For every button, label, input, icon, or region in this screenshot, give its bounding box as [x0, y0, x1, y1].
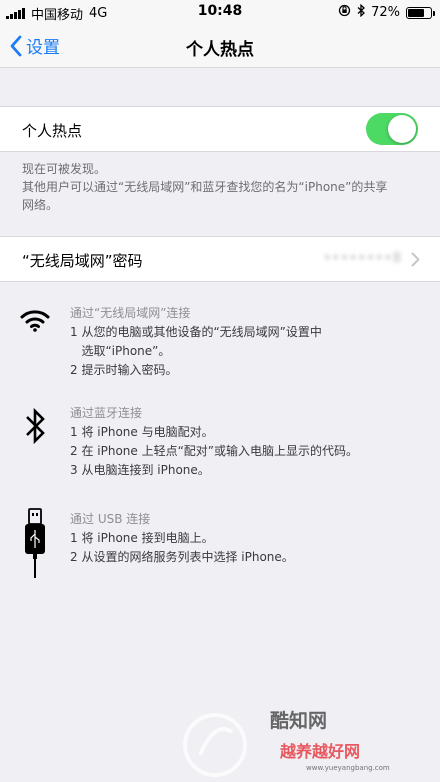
- step-text: 选取“iPhone”。: [70, 344, 171, 358]
- bluetooth-status-icon: [357, 3, 366, 21]
- step-text: 2 在 iPhone 上轻点“配对”或输入电脑上显示的代码。: [70, 444, 359, 458]
- battery-percent: 72%: [371, 5, 400, 20]
- step-text: 1 将 iPhone 与电脑配对。: [70, 425, 214, 439]
- step-text: 3 从电脑连接到 iPhone。: [70, 463, 210, 477]
- navigation-bar: 设置 个人热点: [0, 24, 440, 68]
- wifi-icon: [20, 310, 50, 332]
- orientation-lock-icon: [338, 4, 351, 21]
- hotspot-label: 个人热点: [22, 122, 83, 140]
- wifi-password-value: ••••••••8: [323, 251, 402, 266]
- usb-instructions-heading: 通过 USB 连接: [70, 512, 151, 526]
- watermark-url: www.yueyangbang.com: [306, 764, 390, 772]
- battery-icon: [406, 6, 435, 19]
- usb-cable-icon: [25, 508, 45, 578]
- wifi-password-cell[interactable]: “无线局域网”密码 ••••••••8: [0, 236, 440, 282]
- wifi-instructions-steps: 1 从您的电脑或其他设备的“无线局域网”设置中 选取“iPhone”。 2 提示…: [70, 323, 420, 380]
- discover-line-2: 其他用户可以通过“无线局域网”和蓝牙查找您的名为“iPhone”的共享: [22, 180, 388, 194]
- step-text: 1 将 iPhone 接到电脑上。: [70, 531, 214, 545]
- discoverable-note: 现在可被发现。 其他用户可以通过“无线局域网”和蓝牙查找您的名为“iPhone”…: [22, 160, 422, 214]
- watermark-brand-1: 酷知网: [270, 710, 328, 732]
- usb-instructions-steps: 1 将 iPhone 接到电脑上。 2 从设置的网络服务列表中选择 iPhone…: [70, 529, 420, 567]
- watermark: 酷知网 越养越好网 www.yueyangbang.com: [183, 692, 420, 782]
- status-bar: 中国移动 4G 10:48 72%: [0, 0, 440, 24]
- hotspot-toggle[interactable]: [366, 113, 418, 145]
- discover-line-1: 现在可被发现。: [22, 162, 107, 176]
- wifi-instructions-heading: 通过“无线局域网”连接: [70, 306, 191, 320]
- discover-line-3: 网络。: [22, 198, 59, 212]
- bluetooth-icon: [26, 407, 45, 445]
- bluetooth-instructions-heading: 通过蓝牙连接: [70, 406, 143, 420]
- bluetooth-instructions-steps: 1 将 iPhone 与电脑配对。 2 在 iPhone 上轻点“配对”或输入电…: [70, 423, 420, 480]
- step-text: 2 从设置的网络服务列表中选择 iPhone。: [70, 550, 294, 564]
- watermark-brand-2: 越养越好网: [280, 742, 361, 761]
- watermark-logo-icon: [183, 713, 247, 777]
- chevron-right-icon: [411, 252, 420, 267]
- hotspot-cell: 个人热点: [0, 106, 440, 152]
- toggle-knob: [388, 115, 416, 143]
- step-text: 2 提示时输入密码。: [70, 363, 178, 377]
- page-title: 个人热点: [186, 40, 254, 60]
- wifi-password-label: “无线局域网”密码: [22, 252, 143, 270]
- step-text: 1 从您的电脑或其他设备的“无线局域网”设置中: [70, 325, 322, 339]
